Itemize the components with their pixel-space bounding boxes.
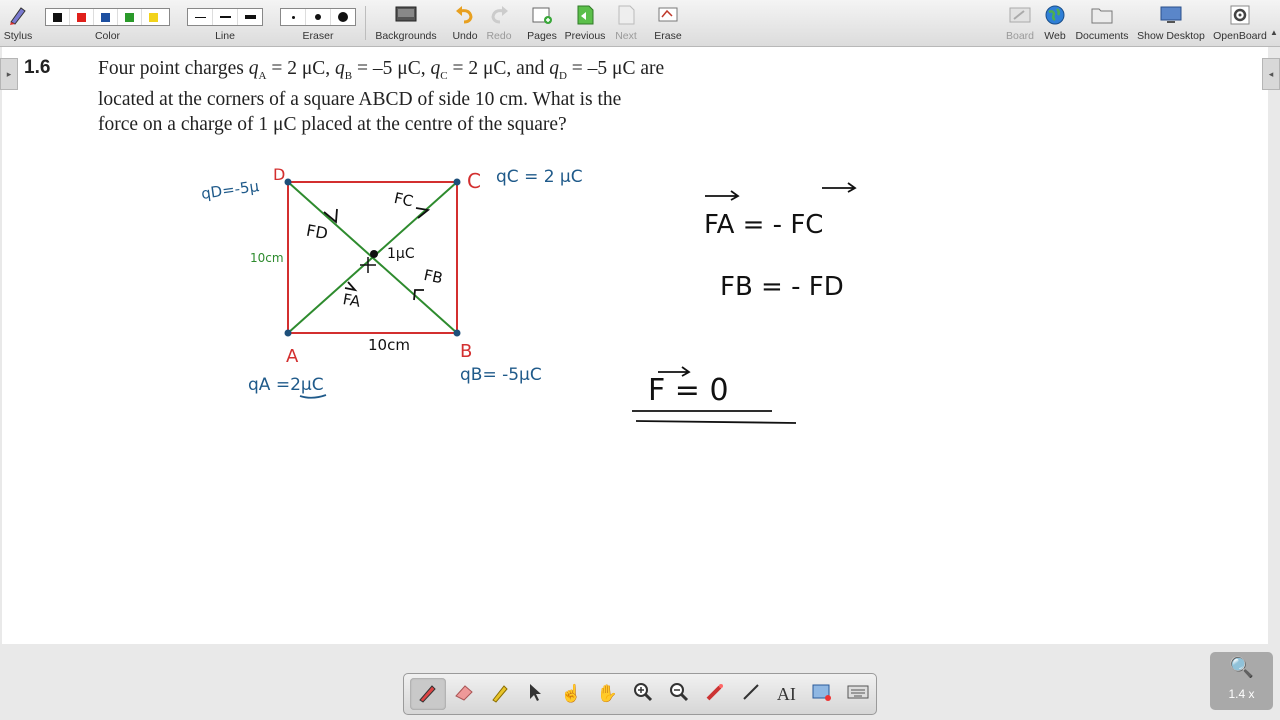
capture-tool-button[interactable] — [804, 678, 840, 710]
label-force-b: FB — [422, 266, 444, 288]
hand-pointer-icon: ☝ — [560, 684, 582, 703]
pan-tool-button[interactable]: ✋ — [589, 678, 625, 710]
laser-icon — [705, 682, 725, 707]
zoom-in-button[interactable] — [625, 678, 661, 710]
laser-pointer-button[interactable] — [697, 678, 733, 710]
label-force-c: FC — [392, 189, 414, 211]
zoom-in-icon — [633, 682, 653, 707]
underline-q-a — [299, 394, 327, 399]
virtual-keyboard-button[interactable] — [840, 678, 876, 710]
text-icon: AI — [776, 683, 796, 704]
label-corner-a: A — [286, 346, 299, 367]
label-force-d: FD — [305, 221, 330, 243]
label-q-b: qB= -5μC — [460, 365, 542, 385]
corner-dot-d — [284, 178, 292, 186]
zoom-level: 1.4 x — [1228, 687, 1255, 701]
label-q-d: qD=-5μ — [200, 177, 261, 203]
pen-tool-button[interactable] — [410, 678, 446, 710]
pen-icon — [417, 681, 439, 708]
text-tool-button[interactable]: AI — [768, 678, 804, 710]
hand-icon: ✋ — [596, 684, 618, 703]
eraser-tool-button[interactable] — [446, 678, 482, 710]
vector-arrow-fc — [822, 182, 857, 193]
highlighter-tool-button[interactable] — [482, 678, 518, 710]
eraser-icon — [453, 681, 475, 708]
pointer-icon — [527, 682, 543, 707]
label-corner-d: D — [273, 165, 285, 184]
equation-f-zero: F = 0 — [648, 373, 729, 408]
label-corner-b: B — [460, 341, 472, 362]
label-side-bottom: 10cm — [368, 336, 410, 354]
corner-dot-c — [453, 178, 461, 186]
label-center-charge: 1μC — [387, 246, 415, 262]
center-charge-dot — [370, 250, 378, 258]
keyboard-icon — [847, 684, 869, 704]
equation-fb-fd: FB = - FD — [720, 272, 844, 302]
corner-dot-b — [453, 329, 461, 337]
zoom-indicator[interactable]: 🔍 1.4 x — [1210, 652, 1273, 710]
drawing-tools-bar: ☝ ✋ AI — [403, 673, 877, 715]
select-tool-button[interactable] — [518, 678, 554, 710]
interact-tool-button[interactable]: ☝ — [553, 678, 589, 710]
ink-layer: A B C D qD=-5μ qC = 2 μC qA =2μC qB= -5μ… — [200, 165, 857, 424]
label-q-a: qA =2μC — [248, 375, 324, 395]
vector-arrow-fa — [705, 190, 740, 201]
force-a-arrow — [344, 281, 358, 292]
zoom-out-icon — [669, 682, 689, 707]
equation-fa-fc: FA = - FC — [704, 210, 823, 240]
line-draw-button[interactable] — [733, 678, 769, 710]
result-underline-2 — [635, 420, 797, 424]
corner-dot-a — [284, 329, 292, 337]
label-corner-c: C — [467, 169, 481, 193]
line-icon — [741, 682, 761, 707]
highlighter-icon — [489, 681, 511, 708]
label-side-left: 10cm — [250, 251, 284, 265]
zoom-out-button[interactable] — [661, 678, 697, 710]
label-q-c: qC = 2 μC — [496, 167, 583, 187]
zoom-magnifier-icon: 🔍 — [1229, 657, 1254, 679]
capture-icon — [811, 682, 833, 707]
label-force-a: FA — [341, 290, 362, 311]
